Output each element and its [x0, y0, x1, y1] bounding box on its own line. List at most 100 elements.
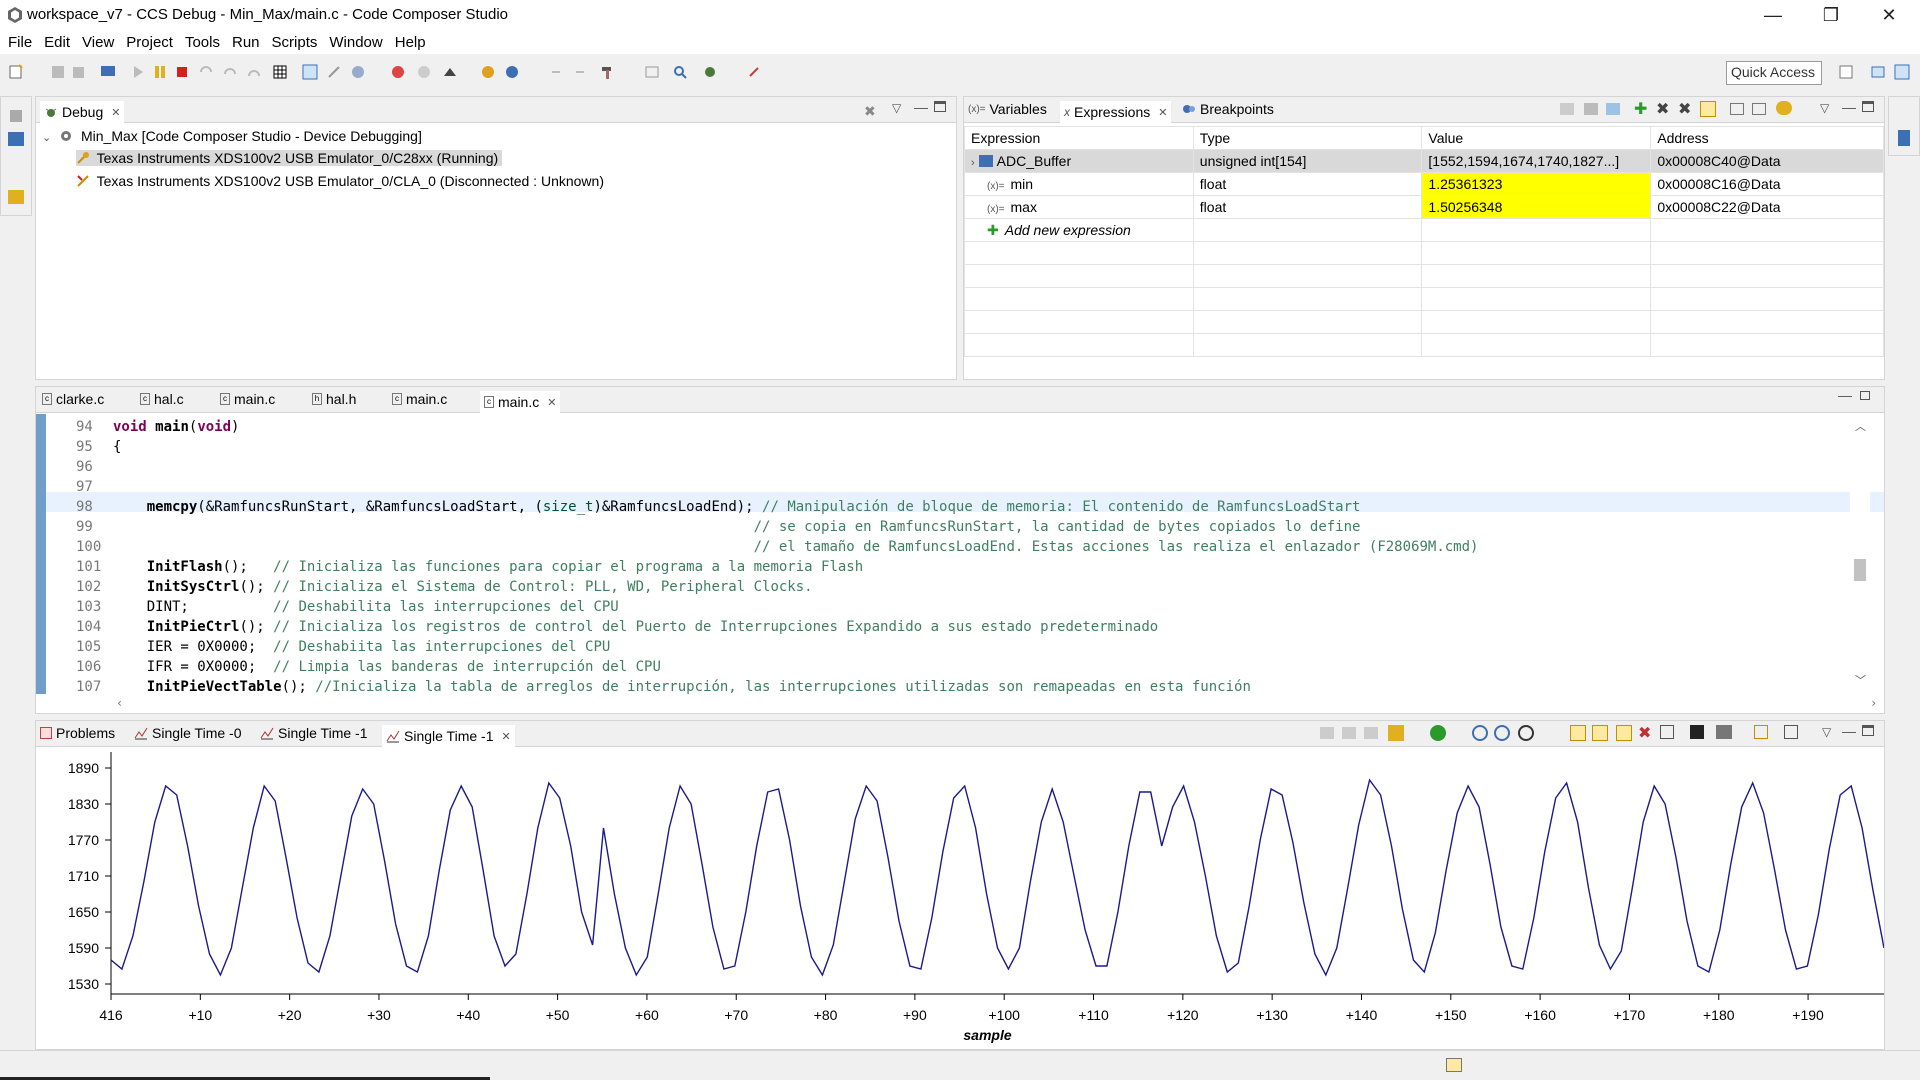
table-row[interactable]: › ADC_Buffer unsigned int[154] [1552,1594… — [964, 149, 1884, 173]
code-line[interactable]: 95 { — [76, 437, 121, 457]
remove-all-expressions-icon[interactable]: ✖ — [1678, 99, 1691, 119]
table-row[interactable]: (x)= max float 1.50256348 0x00008C22@Data — [964, 195, 1884, 219]
pin-icon[interactable] — [746, 64, 762, 80]
close-icon[interactable]: ✕ — [501, 730, 510, 743]
reset-icon[interactable] — [390, 64, 406, 80]
menu-view[interactable]: View — [76, 34, 120, 51]
new-icon[interactable] — [8, 64, 24, 80]
maximize-view-icon[interactable] — [934, 101, 946, 112]
code-line[interactable]: 105 IER = 0X0000; // Deshabiita las inte… — [76, 637, 610, 657]
graph-properties-icon[interactable] — [1716, 725, 1732, 739]
show-type-icon[interactable] — [1584, 103, 1598, 115]
close-button[interactable]: ✕ — [1860, 0, 1918, 30]
save-icon[interactable] — [50, 64, 66, 80]
connect-icon[interactable] — [302, 64, 318, 80]
value-cell[interactable]: 1.50256348 — [1421, 195, 1652, 219]
view-menu-icon[interactable]: ▽ — [1820, 101, 1829, 115]
expand-chevron-icon[interactable]: ⌄ — [42, 132, 51, 144]
remove-expression-icon[interactable]: ✖ — [1656, 99, 1669, 119]
refresh-icon[interactable] — [1776, 101, 1792, 115]
auto-scale-icon[interactable] — [1616, 725, 1632, 741]
menu-tools[interactable]: Tools — [179, 34, 226, 51]
chevron-down-icon[interactable]: ﹀ — [1855, 672, 1866, 688]
show-logical-icon[interactable] — [1606, 103, 1620, 115]
add-new-expression-cell[interactable]: ✚ Add new expression — [964, 218, 1194, 242]
save-all-icon[interactable] — [70, 64, 86, 80]
restore-view-icon[interactable] — [1860, 391, 1870, 400]
continuous-refresh-icon[interactable] — [1592, 725, 1608, 741]
prev-icon[interactable] — [548, 64, 564, 80]
export-graph-icon[interactable] — [1660, 725, 1674, 739]
code-line[interactable]: 98 memcpy(&RamfuncsRunStart, &RamfuncsLo… — [76, 497, 1360, 517]
horizontal-scrollbar[interactable]: ‹ › — [76, 696, 1877, 713]
step-return-icon[interactable] — [246, 64, 262, 80]
editor-tab[interactable]: c main.c — [220, 391, 275, 407]
window-icon[interactable] — [644, 64, 660, 80]
project-explorer-icon[interactable] — [8, 190, 24, 204]
editor-tab-active[interactable]: c main.c ✕ — [480, 391, 561, 413]
menu-project[interactable]: Project — [120, 34, 179, 51]
ccs-debug-perspective-icon[interactable] — [1894, 64, 1910, 80]
column-header-value[interactable]: Value — [1421, 126, 1652, 150]
menu-edit[interactable]: Edit — [38, 34, 76, 51]
minimize-view-icon[interactable]: — — [914, 99, 928, 115]
tab-variables[interactable]: (x)= Variables — [968, 101, 1047, 117]
scrollbar-thumb[interactable] — [1854, 559, 1866, 581]
code-line[interactable]: 106 IFR = 0X0000; // Limpia las banderas… — [76, 657, 661, 677]
view-menu-icon[interactable]: ▽ — [892, 101, 901, 115]
editor-tab[interactable]: c main.c — [392, 391, 447, 407]
menu-file[interactable]: File — [2, 34, 38, 51]
code-line[interactable]: 107 InitPieVectTable(); //Inicializa la … — [76, 677, 1251, 697]
code-line[interactable]: 103 DINT; // Deshabilita las interrupcio… — [76, 597, 619, 617]
add-expression-icon[interactable]: ✚ — [1634, 99, 1647, 119]
code-line[interactable]: 97 — [76, 477, 113, 497]
refresh-icon[interactable] — [480, 64, 496, 80]
zoom-out-icon[interactable] — [1494, 725, 1510, 741]
toggle-grid-icon[interactable] — [1342, 727, 1356, 739]
minimize-button[interactable]: — — [1744, 0, 1802, 30]
tab-breakpoints[interactable]: Breakpoints — [1182, 101, 1274, 117]
minimize-view-icon[interactable]: — — [1842, 99, 1856, 115]
info-icon[interactable] — [1898, 130, 1910, 146]
remove-terminated-icon[interactable]: ✖ — [864, 103, 876, 120]
editor-tab[interactable]: c hal.c — [140, 391, 184, 407]
tab-single-time-0[interactable]: Single Time -0 — [134, 725, 241, 741]
column-header-address[interactable]: Address — [1650, 126, 1884, 150]
value-cell[interactable]: 1.25361323 — [1421, 172, 1652, 196]
single-time-graph[interactable]: 1530 1590 1650 1710 1770 1830 1890 416 +10 +20 +30… — [36, 748, 1884, 1048]
close-icon[interactable]: ✕ — [1158, 106, 1167, 119]
code-line[interactable]: 102 InitSysCtrl(); // Inicializa el Sist… — [76, 577, 813, 597]
menu-run[interactable]: Run — [226, 34, 266, 51]
toggle-legend-icon[interactable] — [1364, 727, 1378, 739]
zoom-options-icon[interactable] — [1518, 725, 1534, 741]
zoom-in-icon[interactable] — [1472, 725, 1488, 741]
search-icon[interactable] — [672, 64, 688, 80]
ccs-edit-perspective-icon[interactable] — [1870, 64, 1886, 80]
restore-icon[interactable] — [10, 110, 22, 122]
tab-problems[interactable]: Problems — [40, 725, 115, 741]
tab-expressions[interactable]: x Expressions ✕ — [1060, 101, 1172, 123]
chevron-right-icon[interactable]: › — [1870, 696, 1877, 710]
console-icon[interactable] — [8, 132, 24, 146]
value-cell[interactable]: [1552,1594,1674,1740,1827...] — [1421, 149, 1652, 173]
task-status-icon[interactable] — [1446, 1058, 1462, 1072]
clear-graph-icon[interactable]: ✖ — [1638, 723, 1651, 743]
globe-icon[interactable] — [504, 64, 520, 80]
menu-window[interactable]: Window — [323, 34, 388, 51]
code-line[interactable]: 94 void main(void) — [76, 417, 239, 437]
debug-tree-item-c28xx[interactable]: Texas Instruments XDS100v2 USB Emulator_… — [76, 150, 503, 166]
code-line[interactable]: 104 InitPieCtrl(); // Inicializa los reg… — [76, 617, 1158, 637]
column-header-expression[interactable]: Expression — [964, 126, 1194, 150]
pin-graph-icon[interactable] — [1690, 725, 1704, 739]
close-icon[interactable]: ✕ — [111, 106, 120, 119]
minimize-view-icon[interactable]: — — [1842, 723, 1856, 739]
terminate-icon[interactable] — [174, 64, 190, 80]
open-perspective-icon[interactable] — [1838, 64, 1854, 80]
resume-icon[interactable] — [130, 64, 146, 80]
import-icon[interactable] — [1730, 103, 1744, 115]
vertical-scrollbar[interactable]: ︿ ﹀ — [1850, 414, 1870, 696]
next-icon[interactable] — [572, 64, 588, 80]
debug-tree-item-cla[interactable]: Texas Instruments XDS100v2 USB Emulator_… — [76, 173, 604, 189]
tab-single-time-1a[interactable]: Single Time -1 — [260, 725, 367, 741]
editor-tab[interactable]: c clarke.c — [42, 391, 104, 407]
